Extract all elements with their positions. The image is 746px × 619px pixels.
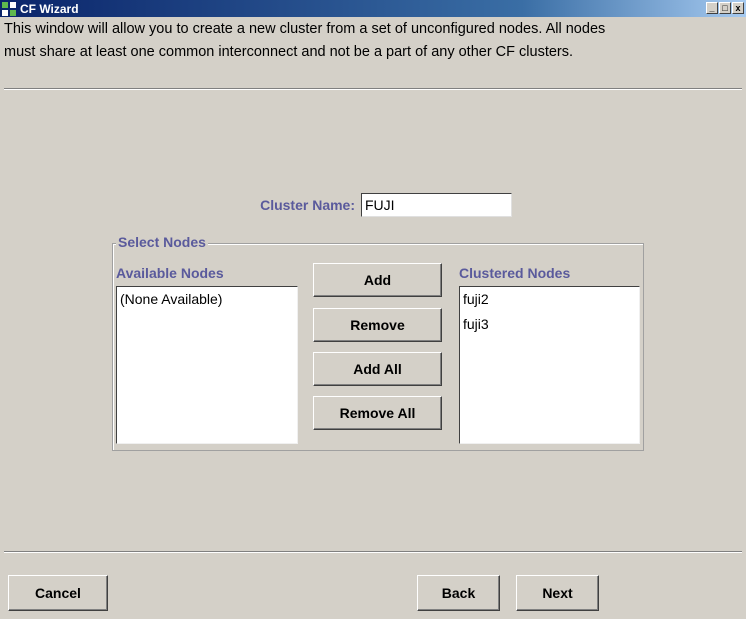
available-nodes-title: Available Nodes	[116, 265, 224, 281]
window-controls: _ □ x	[706, 2, 744, 14]
cluster-name-input[interactable]	[361, 193, 512, 217]
window-title: CF Wizard	[20, 1, 79, 16]
add-button[interactable]: Add	[313, 263, 442, 297]
clustered-nodes-list[interactable]: fuji2 fuji3	[459, 286, 640, 444]
back-button[interactable]: Back	[417, 575, 500, 611]
list-item[interactable]: fuji2	[463, 289, 636, 314]
cancel-button[interactable]: Cancel	[8, 575, 108, 611]
clustered-nodes-title: Clustered Nodes	[459, 265, 571, 281]
title-bar: CF Wizard _ □ x	[0, 0, 746, 17]
list-item[interactable]: (None Available)	[120, 289, 294, 314]
cluster-name-label: Cluster Name:	[260, 197, 355, 213]
select-nodes-title: Select Nodes	[116, 234, 208, 250]
app-icon	[2, 1, 16, 16]
description-line-1: This window will allow you to create a n…	[4, 21, 606, 37]
available-nodes-list[interactable]: (None Available)	[116, 286, 298, 444]
remove-all-button[interactable]: Remove All	[313, 396, 442, 430]
wizard-description: This window will allow you to create a n…	[4, 18, 744, 64]
top-separator	[4, 88, 742, 90]
close-icon[interactable]: x	[732, 2, 744, 14]
description-line-2: must share at least one common interconn…	[4, 44, 574, 60]
bottom-separator	[4, 551, 742, 553]
maximize-icon[interactable]: □	[719, 2, 731, 14]
add-all-button[interactable]: Add All	[313, 352, 442, 386]
minimize-icon[interactable]: _	[706, 2, 718, 14]
next-button[interactable]: Next	[516, 575, 599, 611]
list-item[interactable]: fuji3	[463, 314, 636, 339]
remove-button[interactable]: Remove	[313, 308, 442, 342]
